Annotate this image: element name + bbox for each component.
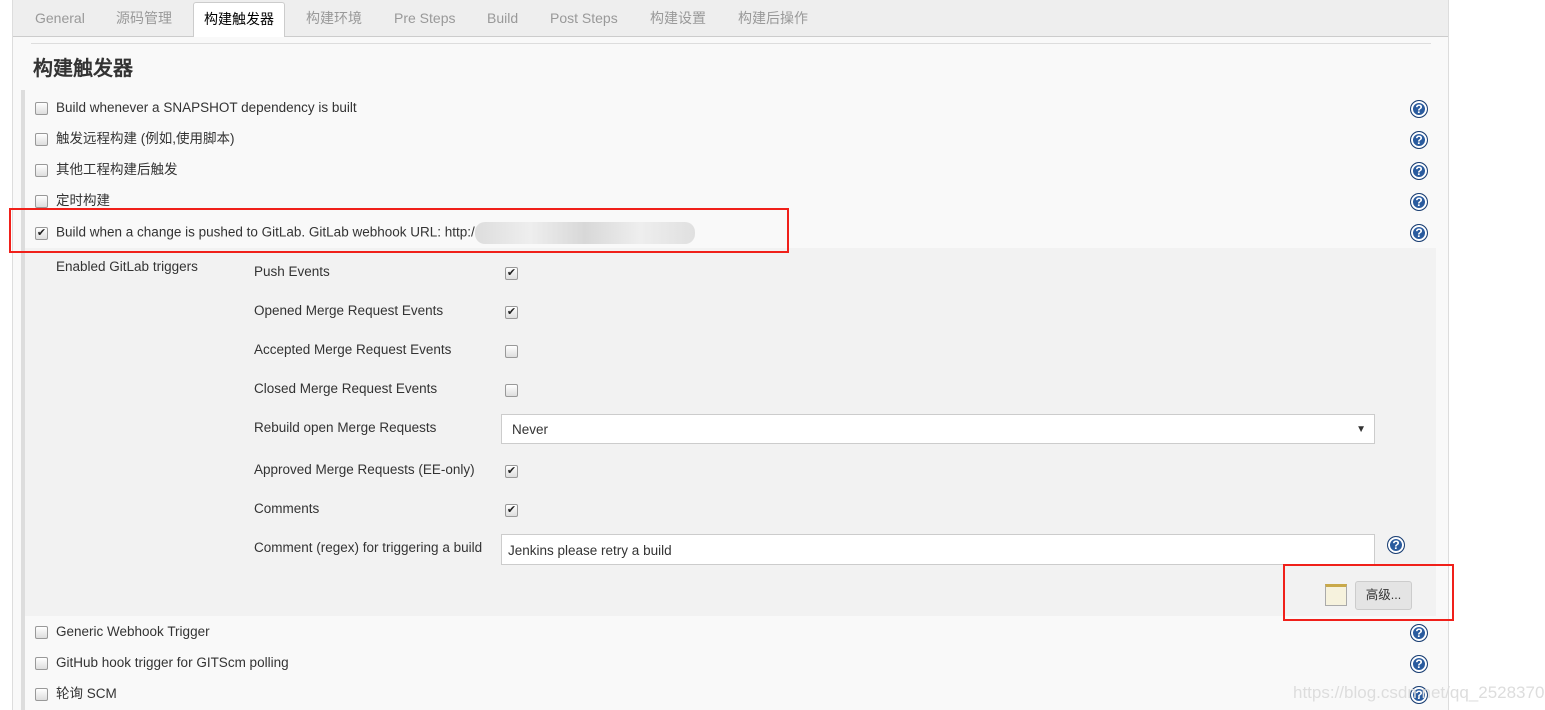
trigger-label: 定时构建 <box>56 193 110 208</box>
divider <box>31 43 1431 44</box>
tab-build-settings[interactable]: 构建设置 <box>650 0 706 36</box>
comments-label: Comments <box>254 501 320 516</box>
checkbox[interactable] <box>35 194 48 208</box>
accepted-mr-checkbox[interactable] <box>505 345 518 359</box>
comment-regex-input[interactable]: Jenkins please retry a build <box>501 534 1375 565</box>
trigger-label: 轮询 SCM <box>56 686 117 701</box>
tab-post-build[interactable]: 构建后操作 <box>738 0 808 36</box>
highlight-box-gitlab <box>9 208 789 253</box>
checkbox[interactable] <box>35 101 48 115</box>
trigger-generic-webhook[interactable]: Generic Webhook Trigger <box>35 622 210 642</box>
trigger-poll-scm[interactable]: 轮询 SCM <box>35 684 117 704</box>
closed-mr-label: Closed Merge Request Events <box>254 381 438 396</box>
help-icon[interactable]: ? <box>1410 193 1428 211</box>
trigger-github-hook[interactable]: GitHub hook trigger for GITScm polling <box>35 653 289 673</box>
trigger-label: 其他工程构建后触发 <box>56 162 178 177</box>
section-title: 构建触发器 <box>33 58 133 80</box>
trigger-label: GitHub hook trigger for GITScm polling <box>56 655 289 670</box>
checkbox[interactable] <box>35 132 48 146</box>
comments-checkbox[interactable]: ✔ <box>505 504 518 518</box>
rebuild-select[interactable]: Never ▼ <box>501 414 1375 444</box>
rebuild-value: Never <box>512 422 549 437</box>
trigger-remote[interactable]: 触发远程构建 (例如,使用脚本) <box>35 129 235 149</box>
help-icon[interactable]: ? <box>1410 131 1428 149</box>
help-icon[interactable]: ? <box>1410 624 1428 642</box>
tab-bar: General 源码管理 构建触发器 构建环境 Pre Steps Build … <box>13 0 1448 37</box>
checkbox[interactable] <box>35 625 48 639</box>
tab-general[interactable]: General <box>35 0 85 36</box>
push-events-label: Push Events <box>254 264 330 279</box>
approved-mr-checkbox[interactable]: ✔ <box>505 465 518 479</box>
help-icon[interactable]: ? <box>1387 536 1405 554</box>
tab-post-steps[interactable]: Post Steps <box>550 0 618 36</box>
help-icon[interactable]: ? <box>1410 655 1428 673</box>
push-events-checkbox[interactable]: ✔ <box>505 267 518 281</box>
tab-build-triggers[interactable]: 构建触发器 <box>193 2 285 37</box>
checkbox[interactable] <box>35 656 48 670</box>
trigger-label: Generic Webhook Trigger <box>56 624 210 639</box>
help-icon[interactable]: ? <box>1410 224 1428 242</box>
help-icon[interactable]: ? <box>1410 162 1428 180</box>
gitlab-options: Enabled GitLab triggers Push Events ✔ Op… <box>25 248 1436 616</box>
comment-regex-label: Comment (regex) for triggering a build <box>254 540 483 555</box>
checkbox[interactable] <box>35 687 48 701</box>
tab-build-env[interactable]: 构建环境 <box>306 0 362 36</box>
config-panel: General 源码管理 构建触发器 构建环境 Pre Steps Build … <box>12 0 1449 710</box>
gitlab-triggers-label: Enabled GitLab triggers <box>56 259 198 274</box>
checkbox[interactable] <box>35 163 48 177</box>
accepted-mr-label: Accepted Merge Request Events <box>254 342 452 357</box>
tab-scm[interactable]: 源码管理 <box>116 0 172 36</box>
closed-mr-checkbox[interactable] <box>505 384 518 398</box>
trigger-after-other[interactable]: 其他工程构建后触发 <box>35 160 178 180</box>
trigger-snapshot[interactable]: Build whenever a SNAPSHOT dependency is … <box>35 98 357 118</box>
trigger-label: Build whenever a SNAPSHOT dependency is … <box>56 100 357 115</box>
help-icon[interactable]: ? <box>1410 100 1428 118</box>
opened-mr-label: Opened Merge Request Events <box>254 303 444 318</box>
approved-mr-label: Approved Merge Requests (EE-only) <box>254 462 475 477</box>
dropdown-arrow-icon: ▼ <box>1356 424 1366 435</box>
tab-build[interactable]: Build <box>487 0 518 36</box>
watermark: https://blog.csdn.net/qq_25283709 <box>1293 683 1545 702</box>
trigger-label: 触发远程构建 (例如,使用脚本) <box>56 131 235 146</box>
highlight-box-advanced <box>1283 564 1454 621</box>
rebuild-label: Rebuild open Merge Requests <box>254 420 437 435</box>
tab-pre-steps[interactable]: Pre Steps <box>394 0 455 36</box>
opened-mr-checkbox[interactable]: ✔ <box>505 306 518 320</box>
